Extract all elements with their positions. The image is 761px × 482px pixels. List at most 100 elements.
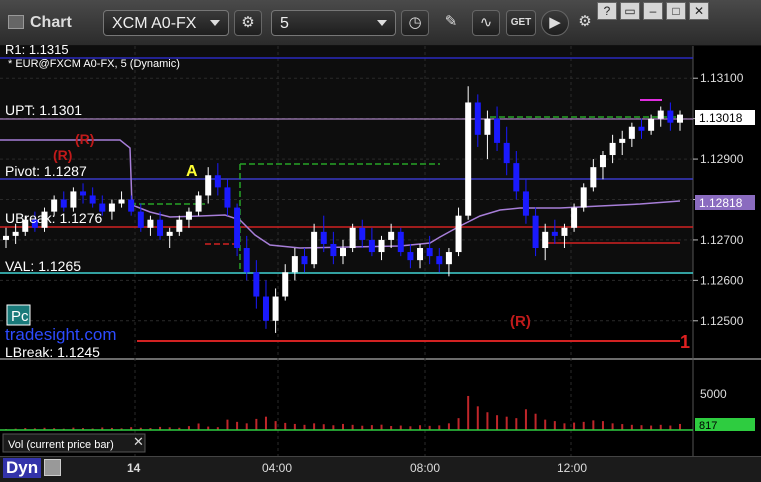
vol-last-label: 817: [699, 420, 717, 432]
candle-body: [262, 296, 269, 321]
volume-bar: [467, 395, 470, 430]
y-tick-label: 1.12900: [700, 152, 744, 166]
candle-body: [128, 199, 135, 212]
candle-body: [214, 175, 221, 188]
one-marker: 1: [680, 332, 690, 352]
volume-bar: [611, 423, 614, 430]
volume-bar: [630, 424, 633, 430]
volume-bar: [524, 409, 527, 430]
candle-body: [176, 219, 183, 232]
candle-body: [522, 191, 529, 216]
volume-bar: [515, 418, 518, 430]
volume-bar: [679, 423, 681, 430]
volume-bar: [284, 422, 287, 430]
volume-bar: [544, 419, 547, 430]
volume-bar: [601, 421, 604, 430]
candle-body: [657, 110, 664, 119]
candle-body: [3, 235, 9, 240]
candle-body: [484, 118, 491, 135]
volume-bar: [553, 421, 556, 430]
candle-body: [89, 195, 96, 204]
candle-body: [542, 231, 549, 249]
candle-body: [80, 191, 87, 196]
candle-body: [638, 126, 645, 131]
volume-bar: [380, 424, 383, 430]
candle-body: [628, 126, 635, 139]
volume-bar: [486, 412, 489, 430]
volume-bar: [351, 424, 354, 430]
candle-body: [70, 191, 77, 208]
price-chart[interactable]: R1: 1.1315 * EUR@FXCM A0-FX, 5 (Dynamic)…: [0, 0, 761, 481]
volume-bar: [573, 422, 576, 430]
candle-body: [677, 114, 683, 123]
candle-body: [340, 248, 346, 257]
volume-bar: [255, 418, 258, 430]
candle-body: [407, 252, 414, 261]
time-tick: 14: [127, 461, 141, 475]
r1-label: R1: 1.1315: [5, 42, 69, 57]
candle-body: [320, 231, 327, 244]
volume-bar: [496, 415, 499, 430]
candle-body: [195, 195, 202, 212]
candle-body: [253, 272, 260, 297]
candle-body: [445, 252, 452, 265]
volume-bar: [659, 424, 662, 430]
candle-body: [619, 138, 626, 143]
candle-body: [368, 239, 375, 253]
y-tick-label: 1.13100: [700, 71, 744, 85]
candle-body: [185, 211, 192, 220]
volume-bar: [303, 424, 306, 430]
volume-bar: [313, 423, 316, 430]
volume-bar: [264, 416, 267, 430]
y-tick-label: 1.12700: [700, 233, 744, 247]
candle-body: [609, 142, 616, 156]
candle-body: [108, 203, 115, 212]
candle-body: [147, 219, 154, 228]
candle-body: [426, 248, 433, 257]
candle-body: [590, 167, 597, 188]
candle-body: [551, 231, 558, 236]
time-axis: 14 04:00 08:00 12:00: [0, 456, 761, 482]
candle-body: [12, 231, 19, 236]
candle-body: [311, 231, 318, 265]
candle-body: [137, 211, 144, 228]
volume-panel-title: Vol (current price bar): [8, 439, 114, 451]
candle-body: [301, 256, 308, 265]
y-tick-label: 1.12600: [700, 273, 744, 287]
watermark: tradesight.com: [5, 325, 117, 344]
candle-body: [503, 142, 510, 164]
candle-body: [378, 239, 385, 253]
candle-body: [234, 207, 241, 249]
volume-bar: [342, 423, 344, 430]
ma-price-label: 1.12818: [699, 196, 743, 210]
time-tick: 04:00: [262, 461, 293, 475]
candle-body: [667, 110, 674, 123]
volume-bar: [563, 423, 566, 430]
candle-body: [436, 256, 443, 265]
time-tick: 08:00: [410, 461, 441, 475]
candle-body: [205, 175, 212, 196]
candle-body: [349, 227, 356, 249]
volume-bar: [534, 413, 537, 430]
close-volume-icon[interactable]: ✕: [133, 434, 144, 449]
last-price-label: 1.13018: [699, 111, 743, 125]
r-marker-1: (R): [75, 131, 94, 147]
volume-bar: [505, 416, 508, 430]
dynamic-mode-button[interactable]: Dyn: [3, 458, 42, 478]
volume-bar: [197, 423, 200, 430]
volume-bar: [293, 423, 296, 430]
candle-body: [532, 215, 539, 249]
lbreak-label: LBreak: 1.1245: [5, 344, 100, 360]
candle-body: [648, 118, 655, 131]
a-marker: A: [186, 163, 198, 180]
volume-panel: [0, 360, 693, 433]
r-marker-2: (R): [53, 147, 72, 163]
candle-body: [282, 272, 289, 297]
lock-icon[interactable]: [44, 459, 61, 476]
candle-body: [291, 256, 298, 273]
r-marker-3: (R): [510, 313, 531, 330]
pc-label: Pc: [11, 308, 29, 325]
candle-body: [494, 118, 501, 143]
candle-body: [561, 227, 568, 236]
price-panel-title: * EUR@FXCM A0-FX, 5 (Dynamic): [8, 58, 180, 70]
